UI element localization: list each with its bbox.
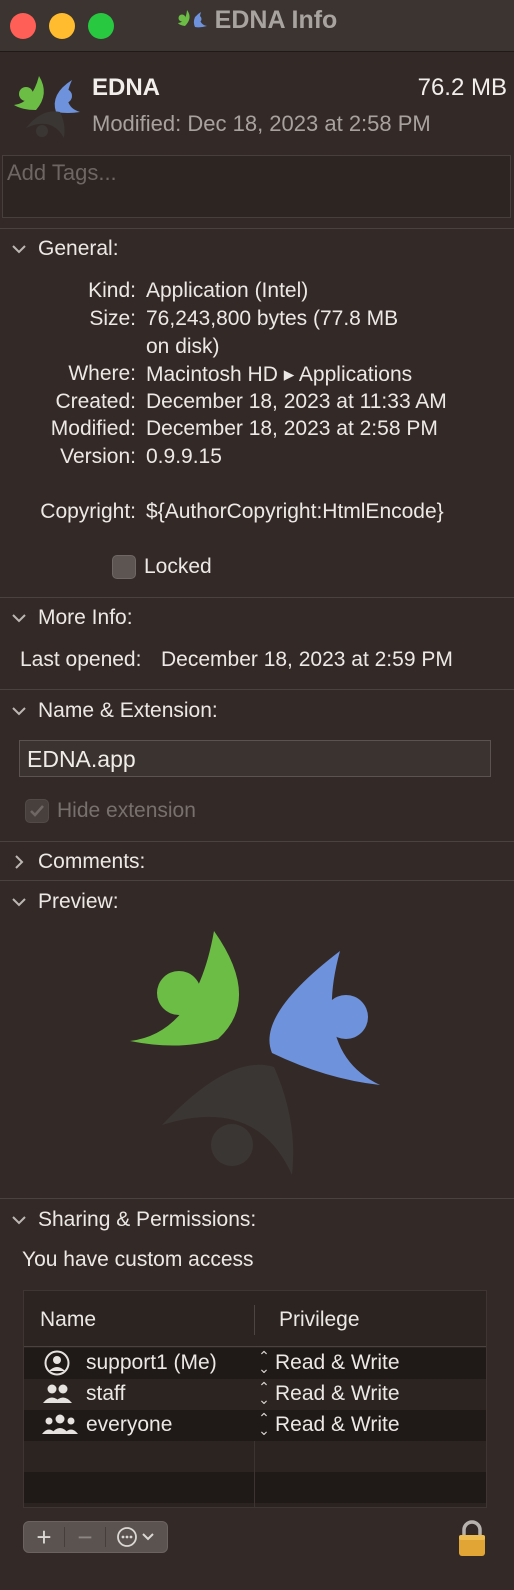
- section-name-extension-title: Name & Extension:: [38, 699, 218, 722]
- version-value: 0.9.9.15: [146, 445, 222, 468]
- chevron-down-icon: [10, 702, 28, 720]
- copyright-label: Copyright:: [40, 500, 136, 523]
- privilege-select[interactable]: Read & Write: [275, 1351, 400, 1375]
- file-name-input[interactable]: EDNA.app: [19, 740, 491, 777]
- tags-input[interactable]: Add Tags...: [2, 155, 511, 218]
- tags-placeholder: Add Tags...: [7, 160, 117, 185]
- action-menu-button[interactable]: [106, 1522, 168, 1552]
- user-icon: [42, 1350, 72, 1376]
- divider: [0, 228, 514, 229]
- everyone-icon: [42, 1412, 78, 1438]
- row-name: staff: [86, 1382, 126, 1405]
- column-header-name[interactable]: Name: [40, 1308, 96, 1332]
- empty-table-row: [24, 1441, 486, 1472]
- window-title: EDNA Info: [214, 6, 338, 34]
- app-name: EDNA: [92, 74, 161, 101]
- chevron-down-icon: [10, 609, 28, 627]
- kind-value: Application (Intel): [146, 279, 309, 302]
- section-general-toggle[interactable]: General:: [10, 237, 119, 261]
- app-icon: [12, 72, 82, 140]
- kind-label: Kind:: [88, 279, 136, 302]
- chevron-down-icon: [10, 240, 28, 258]
- title-bar: EDNA Info: [0, 0, 514, 52]
- stepper-arrows-icon[interactable]: ⌃ ⌄: [258, 1349, 270, 1375]
- hide-extension-label: Hide extension: [57, 799, 196, 822]
- file-name-value: EDNA.app: [27, 746, 136, 772]
- access-note: You have custom access: [22, 1248, 254, 1271]
- privilege-select[interactable]: Read & Write: [275, 1413, 400, 1437]
- permissions-table-header: Name Privilege: [24, 1291, 486, 1347]
- section-more-info-title: More Info:: [38, 606, 133, 629]
- section-comments-toggle[interactable]: Comments:: [10, 850, 145, 874]
- divider: [0, 689, 514, 690]
- divider: [0, 1198, 514, 1199]
- chevron-down-icon: [10, 893, 28, 911]
- permissions-table: Name Privilege support1 (Me) ⌃ ⌄ Read & W…: [23, 1290, 487, 1508]
- section-preview-title: Preview:: [38, 890, 119, 913]
- add-permission-symbol: +: [36, 1521, 52, 1552]
- created-label: Created:: [55, 390, 136, 413]
- divider: [0, 880, 514, 881]
- locked-checkbox[interactable]: [112, 555, 136, 579]
- column-header-privilege[interactable]: Privilege: [279, 1308, 360, 1332]
- checkmark-icon: [30, 805, 44, 817]
- section-preview-toggle[interactable]: Preview:: [10, 890, 119, 914]
- app-size: 76.2 MB: [417, 74, 507, 101]
- section-sharing-toggle[interactable]: Sharing & Permissions:: [10, 1208, 256, 1232]
- copyright-value: ${AuthorCopyright:HtmlEncode}: [146, 500, 444, 523]
- privilege-select[interactable]: Read & Write: [275, 1382, 400, 1406]
- group-icon: [42, 1381, 72, 1407]
- size-value: 76,243,800 bytes (77.8 MB: [146, 307, 399, 330]
- stepper-arrows-icon[interactable]: ⌃ ⌄: [258, 1380, 270, 1406]
- table-row[interactable]: support1 (Me) ⌃ ⌄ Read & Write: [24, 1348, 486, 1379]
- divider: [0, 597, 514, 598]
- section-general-title: General:: [38, 237, 119, 260]
- row-name: everyone: [86, 1413, 173, 1436]
- column-separator: [254, 1305, 255, 1335]
- table-row[interactable]: everyone ⌃ ⌄ Read & Write: [24, 1410, 486, 1441]
- created-value: December 18, 2023 at 11:33 AM: [146, 390, 447, 413]
- stepper-arrows-icon[interactable]: ⌃ ⌄: [258, 1411, 270, 1437]
- section-more-info-toggle[interactable]: More Info:: [10, 606, 133, 630]
- modified-label: Modified:: [50, 417, 136, 440]
- chevron-down-icon: [10, 1211, 28, 1229]
- size-value-line2: on disk): [146, 335, 220, 358]
- last-opened-label: Last opened:: [20, 648, 142, 671]
- where-value: Macintosh HD ▸ Applications: [146, 363, 413, 386]
- modified-value: December 18, 2023 at 2:58 PM: [146, 417, 438, 440]
- edna-title-icon: [177, 8, 209, 34]
- permissions-button-group: + −: [23, 1521, 168, 1553]
- where-label: Where:: [68, 362, 136, 385]
- section-name-extension-toggle[interactable]: Name & Extension:: [10, 699, 218, 723]
- locked-label: Locked: [144, 555, 212, 578]
- remove-permission-button[interactable]: −: [65, 1522, 105, 1552]
- ellipsis-circle-icon: [117, 1527, 154, 1547]
- chevron-right-icon: [10, 853, 28, 871]
- version-label: Version:: [60, 445, 136, 468]
- lock-icon[interactable]: [456, 1520, 488, 1558]
- hide-extension-checkbox[interactable]: [25, 799, 49, 823]
- last-opened-value: December 18, 2023 at 2:59 PM: [161, 648, 453, 671]
- section-comments-title: Comments:: [38, 850, 146, 873]
- app-modified-date: Modified: Dec 18, 2023 at 2:58 PM: [92, 111, 431, 136]
- add-permission-button[interactable]: +: [24, 1522, 64, 1552]
- section-sharing-title: Sharing & Permissions:: [38, 1208, 257, 1231]
- table-row[interactable]: staff ⌃ ⌄ Read & Write: [24, 1379, 486, 1410]
- size-label: Size:: [89, 307, 136, 330]
- row-name: support1 (Me): [86, 1351, 217, 1374]
- column-separator: [254, 1441, 255, 1507]
- empty-table-row: [24, 1472, 486, 1503]
- remove-permission-symbol: −: [77, 1521, 93, 1552]
- app-preview-image: [126, 925, 386, 1185]
- divider: [0, 841, 514, 842]
- window-title-wrap: EDNA Info: [0, 6, 514, 46]
